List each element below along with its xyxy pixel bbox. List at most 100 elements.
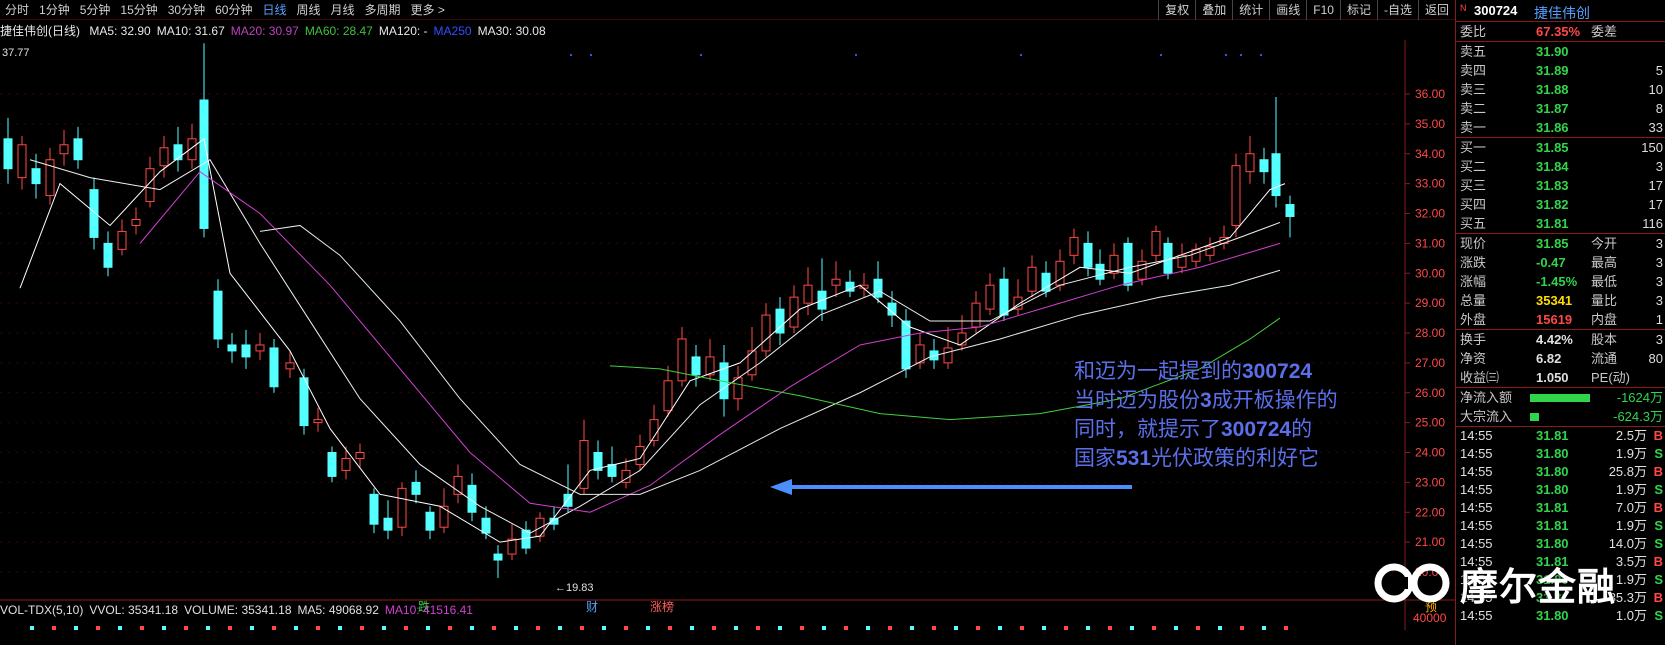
period-tab-0[interactable]: 分时: [0, 2, 34, 18]
volume-legend-item: MA10: 41516.41: [384, 603, 473, 617]
volume-bar: [976, 626, 980, 630]
price-tick-label: 35.00: [1415, 117, 1445, 131]
candle-body: [481, 517, 491, 534]
tick-row: 14:55 31.81 7.0万 B: [1456, 499, 1665, 517]
candle-body: [103, 242, 113, 268]
candle-body: [397, 487, 407, 528]
tool-button-7[interactable]: 返回: [1417, 0, 1455, 20]
book-row[interactable]: 买五 31.81 116: [1456, 214, 1665, 233]
volume-bar: [382, 626, 386, 630]
candle-body: [327, 452, 337, 477]
volume-bar: [712, 626, 716, 630]
candle-body: [255, 344, 265, 352]
tick-row: 14:55 31.80 25.8万 B: [1456, 463, 1665, 481]
tick-time: 14:55: [1460, 482, 1493, 497]
volume-bar: [96, 626, 100, 630]
tick-volume: 1.9万: [1615, 518, 1647, 533]
quote-stats: 现价 31.85 今开 3 涨跌 -0.47 最高 3 涨幅 -1.45% 最低 3 总量 35341 量比…: [1456, 233, 1665, 329]
volume-bar: [514, 626, 518, 630]
tick-volume: 1.9万: [1615, 446, 1647, 461]
flow-row: 净流入额 -1624万: [1456, 388, 1665, 407]
tool-button-3[interactable]: 画线: [1269, 0, 1306, 20]
stat-value-2: 3: [1655, 293, 1663, 308]
candle-body: [1285, 204, 1295, 217]
tool-button-0[interactable]: 复权: [1158, 0, 1195, 20]
candle-body: [117, 230, 127, 250]
tick-time: 14:55: [1460, 518, 1493, 533]
watermark: 摩尔金融: [1372, 555, 1616, 611]
book-volume: 3: [1655, 159, 1663, 174]
volume-bar: [1108, 626, 1112, 630]
period-tab-7[interactable]: 周线: [291, 2, 325, 18]
book-row[interactable]: 卖三 31.88 10: [1456, 80, 1665, 99]
period-tab-10[interactable]: 更多 >: [406, 2, 450, 18]
book-row[interactable]: 买一 31.85 150: [1456, 138, 1665, 157]
stat-value: 1.050: [1536, 370, 1569, 385]
candle-body: [873, 278, 883, 298]
period-tab-3[interactable]: 15分钟: [115, 2, 162, 18]
ma250-dot: [1160, 54, 1162, 56]
volume-bar: [866, 626, 870, 630]
tick-time: 14:55: [1460, 500, 1493, 515]
book-price: 31.90: [1536, 44, 1569, 59]
tool-button-6[interactable]: -自选: [1376, 0, 1418, 20]
stat-row: 外盘 15619 内盘 1: [1456, 310, 1665, 329]
period-tab-9[interactable]: 多周期: [360, 2, 406, 18]
stat-value-2: 3: [1655, 255, 1663, 270]
price-tick-label: 21.00: [1415, 535, 1445, 549]
book-price: 31.81: [1536, 216, 1569, 231]
period-tab-1[interactable]: 1分钟: [34, 2, 75, 18]
volume-bar: [998, 626, 1002, 630]
candle-body: [803, 284, 813, 304]
candle-body: [1245, 153, 1255, 173]
tool-button-2[interactable]: 统计: [1232, 0, 1269, 20]
price-tick-label: 33.00: [1415, 177, 1445, 191]
book-level-label: 买三: [1460, 178, 1487, 193]
volume-bar: [30, 626, 34, 630]
tool-button-1[interactable]: 叠加: [1195, 0, 1232, 20]
book-price: 31.86: [1536, 120, 1569, 135]
period-tab-8[interactable]: 月线: [326, 2, 360, 18]
kline-svg: 36.00 35.00 34.00 33.00 32.00 31.00 30.00 29.00…: [0, 40, 1455, 630]
period-tab-4[interactable]: 30分钟: [163, 2, 210, 18]
stat-label-2: 量比: [1591, 293, 1618, 308]
volume-bar: [1196, 626, 1200, 630]
book-row[interactable]: 卖五 31.90: [1456, 42, 1665, 61]
book-volume: 5: [1655, 63, 1663, 78]
volume-bar: [404, 626, 408, 630]
book-level-label: 卖四: [1460, 63, 1487, 78]
price-tick-label: 22.00: [1415, 505, 1445, 519]
volume-bar: [140, 626, 144, 630]
volume-bar: [1218, 626, 1222, 630]
period-tab-2[interactable]: 5分钟: [75, 2, 116, 18]
period-tab-6[interactable]: 日线: [257, 2, 291, 18]
tool-button-4[interactable]: F10: [1306, 0, 1340, 20]
book-row[interactable]: 买二 31.84 3: [1456, 157, 1665, 176]
volume-bar: [844, 626, 848, 630]
stat-label: 净资: [1460, 351, 1487, 366]
volume-bar: [932, 626, 936, 630]
book-row[interactable]: 卖四 31.89 5: [1456, 61, 1665, 80]
kline-chart[interactable]: 36.00 35.00 34.00 33.00 32.00 31.00 30.00 29.00…: [0, 40, 1455, 630]
candle-body: [831, 278, 841, 286]
tick-side: S: [1654, 446, 1663, 461]
book-row[interactable]: 卖一 31.86 33: [1456, 118, 1665, 137]
book-row[interactable]: 买四 31.82 17: [1456, 195, 1665, 214]
book-row[interactable]: 卖二 31.87 8: [1456, 99, 1665, 118]
candle-body: [943, 347, 953, 364]
ma250-dot: [570, 54, 572, 56]
candle-body: [355, 452, 365, 459]
tick-price: 31.80: [1536, 446, 1569, 461]
tick-side: B: [1653, 554, 1663, 569]
tool-button-5[interactable]: 标记: [1339, 0, 1377, 20]
candle-body: [1123, 242, 1133, 286]
stat-row: 涨幅 -1.45% 最低 3: [1456, 272, 1665, 291]
period-tab-5[interactable]: 60分钟: [210, 2, 257, 18]
volume-bar: [646, 626, 650, 630]
volume-bar: [1064, 626, 1068, 630]
book-price: 31.88: [1536, 82, 1569, 97]
tick-volume: 25.8万: [1608, 464, 1647, 479]
tick-volume: 1.9万: [1615, 482, 1647, 497]
book-row[interactable]: 买三 31.83 17: [1456, 176, 1665, 195]
annotation-line-2: 当时迈为股份3成开板操作的: [1074, 388, 1338, 412]
